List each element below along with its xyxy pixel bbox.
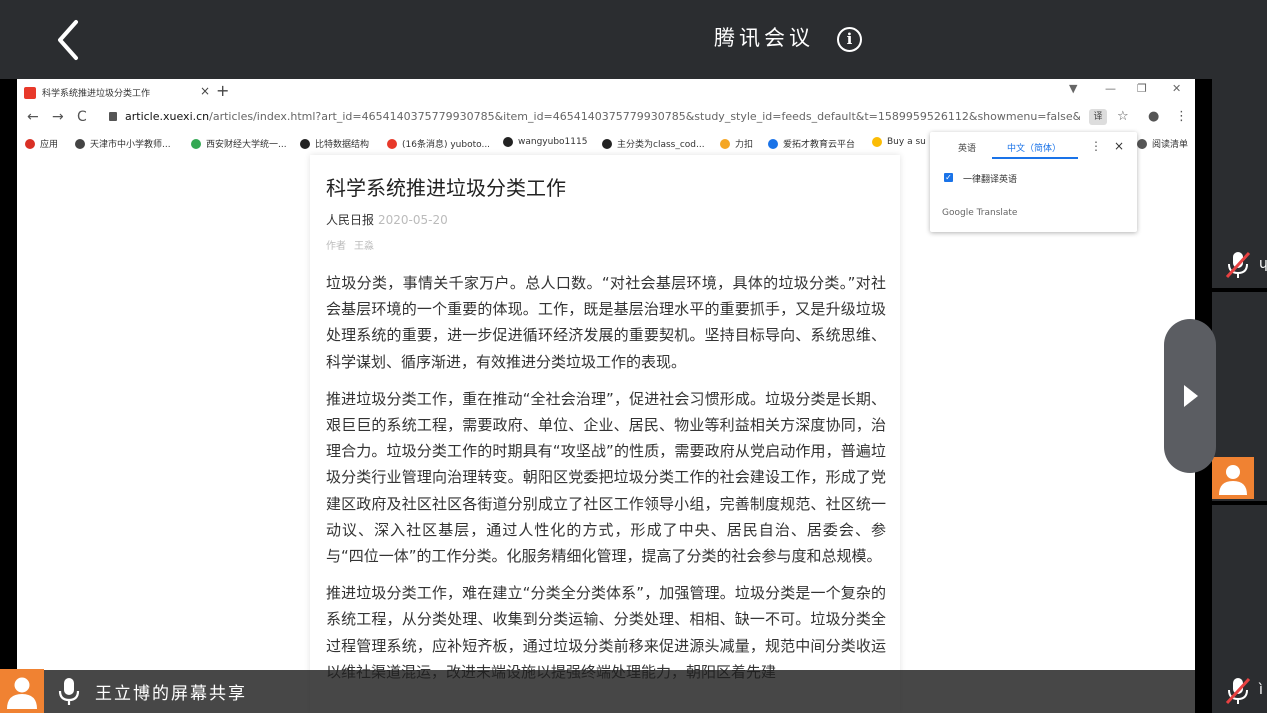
bookmark-icon (872, 137, 882, 147)
bookmark-label: 西安财经大学统一... (206, 140, 287, 150)
meeting-top-bar: 腾讯会议 i (0, 0, 1267, 79)
bookmark-icon (191, 138, 201, 149)
bookmark-item[interactable]: 比特数据结构 (300, 137, 369, 150)
bookmark-icon (720, 138, 730, 149)
back-icon[interactable] (52, 18, 88, 62)
bookmark-label: 天津市中小学教师... (90, 140, 171, 150)
mic-muted-icon (1225, 251, 1251, 279)
article-source: 人民日报 2020-05-20 (326, 211, 448, 228)
account-icon[interactable]: ● (1148, 109, 1159, 124)
nav-back-icon[interactable]: ← (27, 109, 39, 125)
translate-close-icon[interactable]: × (1114, 139, 1124, 153)
article-paragraph: 垃圾分类，事情关千家万户。总人口数。“对社会基层环境，具体的垃圾分类。”对社会基… (326, 274, 886, 371)
left-border (0, 79, 17, 713)
bookmark-item[interactable]: 阅读清单 (1137, 137, 1188, 150)
translate-popup: 英语 中文（简体） ⋮ × ✓ 一律翻译英语 Google Translate (930, 132, 1137, 232)
bookmark-label: wangyubo1115 (518, 137, 588, 147)
shared-screen: 科学系统推进垃圾分类工作 × + ▼ — ❐ ✕ ← → C article.x… (17, 79, 1195, 713)
minimize-icon[interactable]: — (1105, 82, 1116, 95)
bookmark-item[interactable]: 爱拓才教育云平台 (768, 137, 855, 150)
screen-share-status: 王立博的屏幕共享 (95, 684, 247, 704)
tab-title: 科学系统推进垃圾分类工作 (42, 89, 151, 99)
play-arrow-icon (1184, 385, 1198, 407)
lock-icon (109, 112, 117, 121)
article-author: 作者 王淼 (326, 237, 374, 252)
new-tab-button[interactable]: + (216, 81, 229, 100)
bookmark-label: 力扣 (735, 140, 754, 150)
bookmark-icon (387, 138, 397, 149)
bookmark-label: 主分类为class_cod... (617, 140, 705, 150)
author-label: 作者 (326, 241, 346, 252)
bookmark-label: 应用 (40, 140, 59, 150)
participant-name-fragment: ɥ (1259, 256, 1267, 272)
participant-name-fragment: ì (1259, 682, 1263, 698)
author-name: 王淼 (354, 241, 374, 252)
bookmark-icon (75, 138, 85, 149)
meeting-app-title: 腾讯会议 (714, 26, 814, 50)
bookmark-icon (300, 138, 310, 149)
bookmark-icon (768, 138, 778, 149)
url-path: /articles/index.html?art_id=465414037577… (209, 110, 1080, 123)
translate-tab-source[interactable]: 英语 (958, 141, 976, 154)
bookmark-icon (503, 137, 513, 147)
article-date: 2020-05-20 (378, 213, 448, 227)
bookmark-item[interactable]: wangyubo1115 (503, 137, 587, 147)
bookmark-label: 比特数据结构 (315, 140, 370, 150)
always-translate-checkbox[interactable]: ✓ (944, 173, 953, 182)
info-icon[interactable]: i (837, 27, 862, 52)
browser-tab[interactable]: 科学系统推进垃圾分类工作 × (24, 82, 210, 103)
collapse-panel-button[interactable] (1164, 319, 1216, 473)
bookmark-icon (1137, 138, 1147, 149)
active-tab-indicator (992, 157, 1078, 159)
always-translate-label: 一律翻译英语 (963, 175, 1018, 185)
address-bar: ← → C article.xuexi.cn/articles/index.ht… (17, 105, 1195, 131)
bookmark-item[interactable]: Buy a su (872, 137, 926, 147)
bookmark-icon (602, 138, 612, 149)
bookmark-item[interactable]: (16条消息) yuboto... (387, 137, 490, 150)
profile-dropdown-icon[interactable]: ▼ (1069, 82, 1077, 95)
translate-icon[interactable]: 译 (1089, 109, 1107, 125)
bookmark-label: Buy a su (887, 137, 926, 147)
browser-tab-bar: 科学系统推进垃圾分类工作 × + ▼ — ❐ ✕ (17, 79, 1195, 103)
speaker-avatar (0, 669, 44, 713)
tab-close-icon[interactable]: × (200, 84, 210, 98)
translate-menu-icon[interactable]: ⋮ (1090, 139, 1102, 153)
bookmark-item[interactable]: 天津市中小学教师... (75, 137, 171, 150)
reload-icon[interactable]: C (77, 109, 87, 125)
google-translate-brand: Google Translate (942, 208, 1018, 218)
site-favicon-icon (24, 86, 36, 99)
bookmark-item[interactable]: 西安财经大学统一... (191, 137, 287, 150)
nav-forward-icon[interactable]: → (52, 109, 64, 125)
article-paragraph: 推进垃圾分类工作，重在推动“全社会治理”，促进社会习惯形成。垃圾分类是长期、艰巨… (326, 389, 886, 566)
bookmark-item[interactable]: 力扣 (720, 137, 753, 150)
mic-muted-icon (1225, 677, 1251, 705)
bookmark-item[interactable]: 应用 (25, 137, 58, 150)
bookmark-star-icon[interactable]: ☆ (1117, 109, 1129, 124)
bookmark-label: 阅读清单 (1152, 140, 1189, 150)
bookmark-label: (16条消息) yuboto... (402, 140, 491, 150)
article-source-name: 人民日报 (326, 213, 375, 227)
article-title: 科学系统推进垃圾分类工作 (326, 176, 566, 200)
maximize-icon[interactable]: ❐ (1137, 82, 1147, 95)
translate-tab-target[interactable]: 中文（简体） (1007, 141, 1061, 154)
article-body: 垃圾分类，事情关千家万户。总人口数。“对社会基层环境，具体的垃圾分类。”对社会基… (326, 270, 886, 696)
mic-icon (58, 678, 80, 705)
url-domain: article.xuexi.cn (125, 110, 210, 123)
window-close-icon[interactable]: ✕ (1172, 82, 1181, 95)
bookmark-icon (25, 138, 35, 149)
article-card: 科学系统推进垃圾分类工作 人民日报 2020-05-20 作者 王淼 垃圾分类，事情… (310, 155, 900, 713)
bookmark-item[interactable]: 主分类为class_cod... (602, 137, 705, 150)
participant-avatar (1212, 457, 1254, 499)
url-input[interactable]: article.xuexi.cn/articles/index.html?art… (125, 110, 1080, 123)
bookmark-label: 爱拓才教育云平台 (783, 140, 856, 150)
browser-menu-icon[interactable]: ⋮ (1175, 109, 1188, 124)
